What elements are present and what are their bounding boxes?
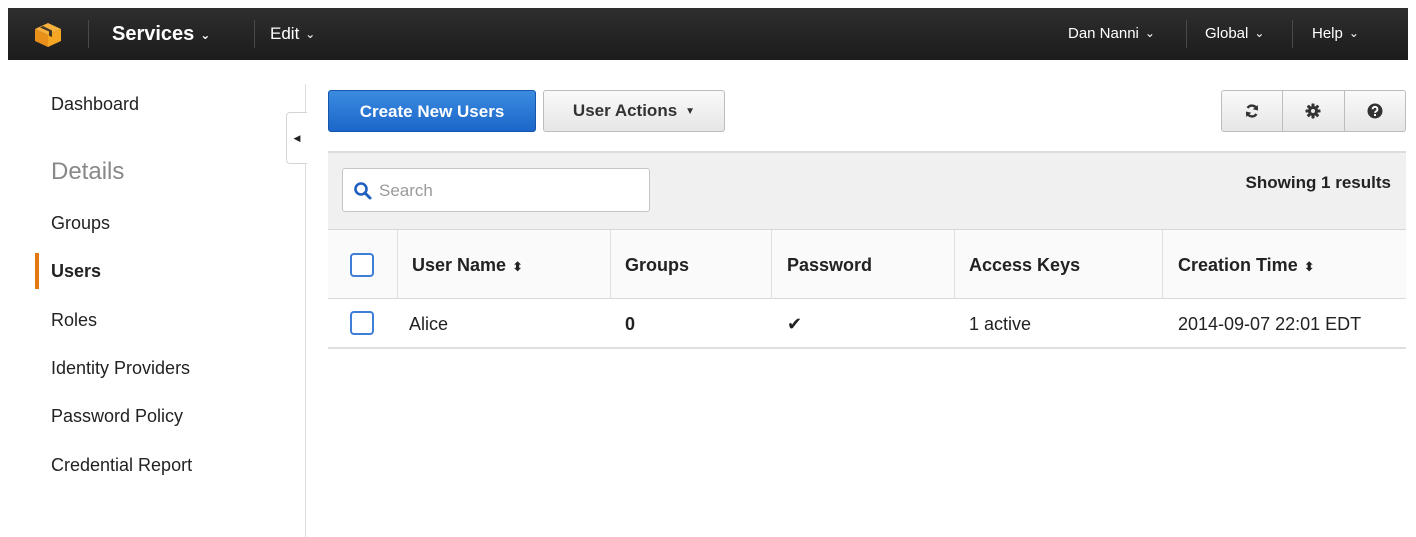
column-header-access-keys: Access Keys (969, 255, 1081, 275)
sidebar-item-identity-providers[interactable]: Identity Providers (51, 358, 190, 379)
cell-creation-time: 2014-09-07 22:01 EDT (1178, 314, 1362, 334)
row-checkbox[interactable] (350, 311, 374, 335)
settings-button[interactable] (1282, 90, 1345, 132)
divider (254, 20, 255, 48)
table-header-row: User Name ⬍ Groups Password Access Keys C… (328, 229, 1406, 300)
checkmark-icon: ✔ (787, 314, 803, 334)
sidebar-item-password-policy[interactable]: Password Policy (51, 406, 183, 427)
refresh-button[interactable] (1221, 90, 1284, 132)
column-header-user-name[interactable]: User Name ⬍ (412, 230, 523, 300)
chevron-down-icon: ⌄ (200, 28, 211, 42)
help-circle-icon (1367, 103, 1383, 119)
cell-user-name[interactable]: Alice (409, 299, 448, 349)
search-icon (354, 182, 372, 200)
sort-icon: ⬍ (512, 259, 523, 274)
divider (1292, 20, 1293, 48)
cell-access-keys: 1 active (969, 314, 1032, 334)
column-header-creation-time[interactable]: Creation Time ⬍ (1178, 230, 1315, 300)
aws-cube-logo-icon[interactable] (34, 22, 62, 48)
top-navigation-bar: Services ⌄ Edit ⌄ Dan Nanni ⌄ Global ⌄ Help ⌄ (8, 8, 1408, 60)
sidebar-heading-details: Details (51, 158, 125, 185)
results-count: Showing 1 results (1245, 173, 1391, 192)
search-input[interactable] (377, 175, 641, 207)
sidebar-item-credential-report[interactable]: Credential Report (51, 455, 192, 476)
user-actions-label: User Actions (572, 101, 678, 120)
services-label: Services (112, 23, 195, 45)
sort-icon: ⬍ (1303, 259, 1315, 274)
sidebar-item-dashboard[interactable]: Dashboard (51, 94, 139, 115)
chevron-down-icon: ⌄ (1348, 26, 1359, 40)
column-divider (1162, 230, 1163, 300)
help-menu[interactable]: Help ⌄ (1312, 8, 1359, 60)
chevron-down-icon: ⌄ (305, 27, 316, 41)
region-menu[interactable]: Global ⌄ (1205, 8, 1264, 60)
column-divider (954, 230, 955, 300)
help-label: Help (1312, 25, 1343, 42)
column-divider (771, 230, 772, 300)
user-actions-button[interactable]: User Actions ▼ (543, 90, 725, 132)
active-indicator (35, 253, 39, 289)
account-menu[interactable]: Dan Nanni ⌄ (1068, 8, 1155, 60)
table-row[interactable]: Alice 0 ✔ 1 active 2014-09-07 22:01 EDT (328, 299, 1406, 349)
region-label: Global (1205, 25, 1249, 42)
chevron-down-icon: ⌄ (1144, 26, 1155, 40)
refresh-icon (1245, 104, 1259, 118)
column-header-label: Creation Time (1178, 255, 1298, 275)
sidebar-item-users[interactable]: Users (51, 261, 101, 282)
help-button[interactable] (1343, 90, 1406, 132)
gear-icon (1305, 103, 1321, 119)
sidebar-item-roles[interactable]: Roles (51, 310, 97, 331)
divider (1186, 20, 1187, 48)
services-menu[interactable]: Services ⌄ (112, 8, 210, 60)
caret-left-icon: ◀ (293, 133, 301, 143)
toolbar-icon-group (1221, 90, 1406, 132)
search-box[interactable] (342, 168, 650, 212)
caret-down-icon: ▼ (685, 105, 696, 117)
divider (88, 20, 89, 48)
column-divider (610, 230, 611, 300)
collapse-sidebar-button[interactable]: ◀ (286, 112, 307, 164)
select-all-checkbox[interactable] (350, 253, 374, 277)
create-new-users-button[interactable]: Create New Users (328, 90, 536, 132)
column-header-label: User Name (412, 255, 507, 275)
column-header-groups: Groups (625, 255, 690, 275)
edit-menu[interactable]: Edit ⌄ (270, 8, 315, 60)
sidebar-item-groups[interactable]: Groups (51, 213, 110, 234)
cell-groups: 0 (625, 314, 636, 334)
edit-label: Edit (270, 24, 300, 43)
account-label: Dan Nanni (1068, 25, 1139, 42)
chevron-down-icon: ⌄ (1254, 26, 1265, 40)
column-divider (397, 230, 398, 300)
column-header-password: Password (787, 255, 873, 275)
